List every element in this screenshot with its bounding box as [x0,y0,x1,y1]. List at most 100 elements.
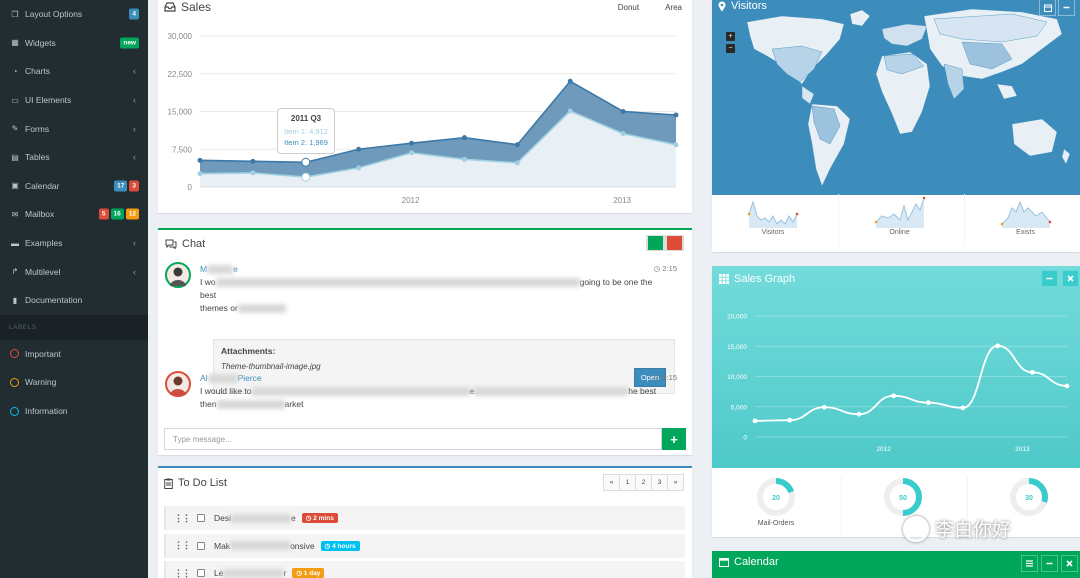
world-map[interactable]: Visitors + − [712,0,1080,195]
sparkline-fill [875,198,924,228]
online-button[interactable] [646,235,665,251]
chat-message: Al Pierce ◷ 5:15 I would like to e he best … [165,371,677,411]
drag-handle-icon[interactable]: ⋮⋮ [174,540,191,551]
data-point[interactable] [250,170,256,176]
sidebar-item-layout-options[interactable]: ❐ Layout Options 4 [0,0,148,29]
data-point[interactable] [301,172,311,182]
message-author[interactable]: Al Pierce [200,373,262,384]
data-point[interactable] [461,156,467,162]
close-button[interactable] [1061,555,1078,572]
data-point[interactable] [620,131,626,137]
data-point[interactable] [197,171,203,177]
calendar-header: Calendar [719,556,779,568]
drag-handle-icon[interactable]: ⋮⋮ [174,513,191,524]
files-icon: ❐ [11,9,19,19]
sidebar-item-badges: new [120,37,139,49]
knob-ring[interactable]: 50 [882,476,924,518]
clock-icon: ◷ [296,570,304,577]
sidebar-item-mailbox[interactable]: ✉ Mailbox 5 16 12 [0,200,148,229]
sidebar-label-text: Important [25,348,61,359]
x-tick-label: 2012 [876,446,891,453]
data-point[interactable] [250,158,256,164]
sidebar-item-multilevel[interactable]: ↱ Multilevel ‹ [0,257,148,286]
todo-checkbox[interactable] [197,541,205,550]
sparkline-start-point [747,212,751,216]
calendar-button[interactable] [1039,0,1056,16]
todo-text-start: Le [214,568,224,578]
sidebar-item-charts[interactable]: ◔ Charts ‹ [0,57,148,86]
data-point[interactable] [620,109,626,114]
data-point[interactable] [356,146,362,152]
sidebar-item-badges: 4 [129,8,139,20]
data-point[interactable] [567,108,573,114]
data-point[interactable] [356,165,362,171]
sidebar-item-forms[interactable]: ✎ Forms ‹ [0,114,148,143]
circle-icon [10,406,19,416]
sidebar-item-ui-elements[interactable]: ▭ UI Elements ‹ [0,86,148,115]
knob-ring[interactable]: 20 [755,476,797,518]
data-point[interactable] [301,157,311,167]
todo-item[interactable]: ⋮⋮ Le r ◷ 1 day [164,561,685,578]
y-tick-label: 15,000 [168,108,193,117]
zoom-in-button[interactable]: + [726,32,735,41]
data-point[interactable] [197,157,203,163]
sidebar-item-label: Layout Options [25,9,83,20]
sidebar-label-text: Information [25,406,68,417]
data-point[interactable] [925,400,931,406]
data-point[interactable] [673,112,679,118]
data-point[interactable] [995,343,1001,349]
sidebar-menu: ❐ Layout Options 4 ▦ Widgets new ◔ Charts ‹ ▭ UI E… [0,0,148,315]
sidebar-label-information[interactable]: Information [0,397,148,426]
sidebar-item-calendar[interactable]: ▣ Calendar 17 3 [0,172,148,201]
drag-handle-icon[interactable]: ⋮⋮ [174,568,191,578]
data-point[interactable] [891,393,897,399]
data-point[interactable] [787,417,793,423]
data-point[interactable] [960,405,966,411]
collapse-button[interactable] [1058,0,1075,16]
sidebar-item-widgets[interactable]: ▦ Widgets new [0,29,148,58]
data-point[interactable] [673,142,679,148]
todo-checkbox[interactable] [197,514,205,522]
knob-ring[interactable]: 30 [1008,476,1050,518]
sidebar-item-tables[interactable]: ▤ Tables ‹ [0,143,148,172]
attachment-filename[interactable]: Theme-thumbnail-image.jpg [221,362,667,371]
data-point[interactable] [1029,369,1035,375]
calendar-menu-button[interactable] [1021,555,1038,572]
data-point[interactable] [1064,383,1070,389]
share-icon: ↱ [11,267,19,277]
sidebar-label-warning[interactable]: Warning [0,368,148,397]
sidebar-item-documentation[interactable]: ▮ Documentation [0,286,148,315]
sparkline-chart [747,200,799,228]
online-square-icon [647,235,664,251]
pager-page-2[interactable]: 2 [635,474,652,491]
todo-item[interactable]: ⋮⋮ Mak onsive ◷ 4 hours [164,533,685,558]
zoom-out-button[interactable]: − [726,44,735,53]
data-point[interactable] [514,142,520,148]
calendar-box: Calendar [712,551,1080,578]
message-author[interactable]: Me [200,264,238,275]
data-point[interactable] [752,418,758,424]
todo-header: To Do List [164,477,227,489]
data-point[interactable] [856,411,862,417]
pager-page-3[interactable]: 3 [651,474,668,491]
pager-next[interactable]: » [667,474,684,491]
data-point[interactable] [821,404,827,410]
sparkline-label: Online [889,229,910,236]
sidebar-label-important[interactable]: Important [0,340,148,369]
data-point[interactable] [409,150,415,156]
pager-page-1[interactable]: 1 [619,474,636,491]
data-point[interactable] [409,140,415,146]
todo-checkbox[interactable] [197,569,205,577]
data-point[interactable] [514,160,520,166]
data-point[interactable] [567,78,573,84]
collapse-button[interactable] [1041,555,1058,572]
sidebar-item-examples[interactable]: ▬ Examples ‹ [0,229,148,258]
todo-item[interactable]: ⋮⋮ Desi e ◷ 2 mins [164,506,685,530]
todo-box: To Do List « 1 2 3 » ⋮⋮ Desi e ◷ 2 mins ⋮⋮ Ma… [158,466,692,578]
chevron-left-icon: ‹ [133,152,136,163]
send-button[interactable]: + [662,428,686,450]
offline-button[interactable] [665,235,684,251]
chat-message-input[interactable]: Type message... [164,428,662,450]
data-point[interactable] [461,135,467,141]
pager-prev[interactable]: « [603,474,620,491]
